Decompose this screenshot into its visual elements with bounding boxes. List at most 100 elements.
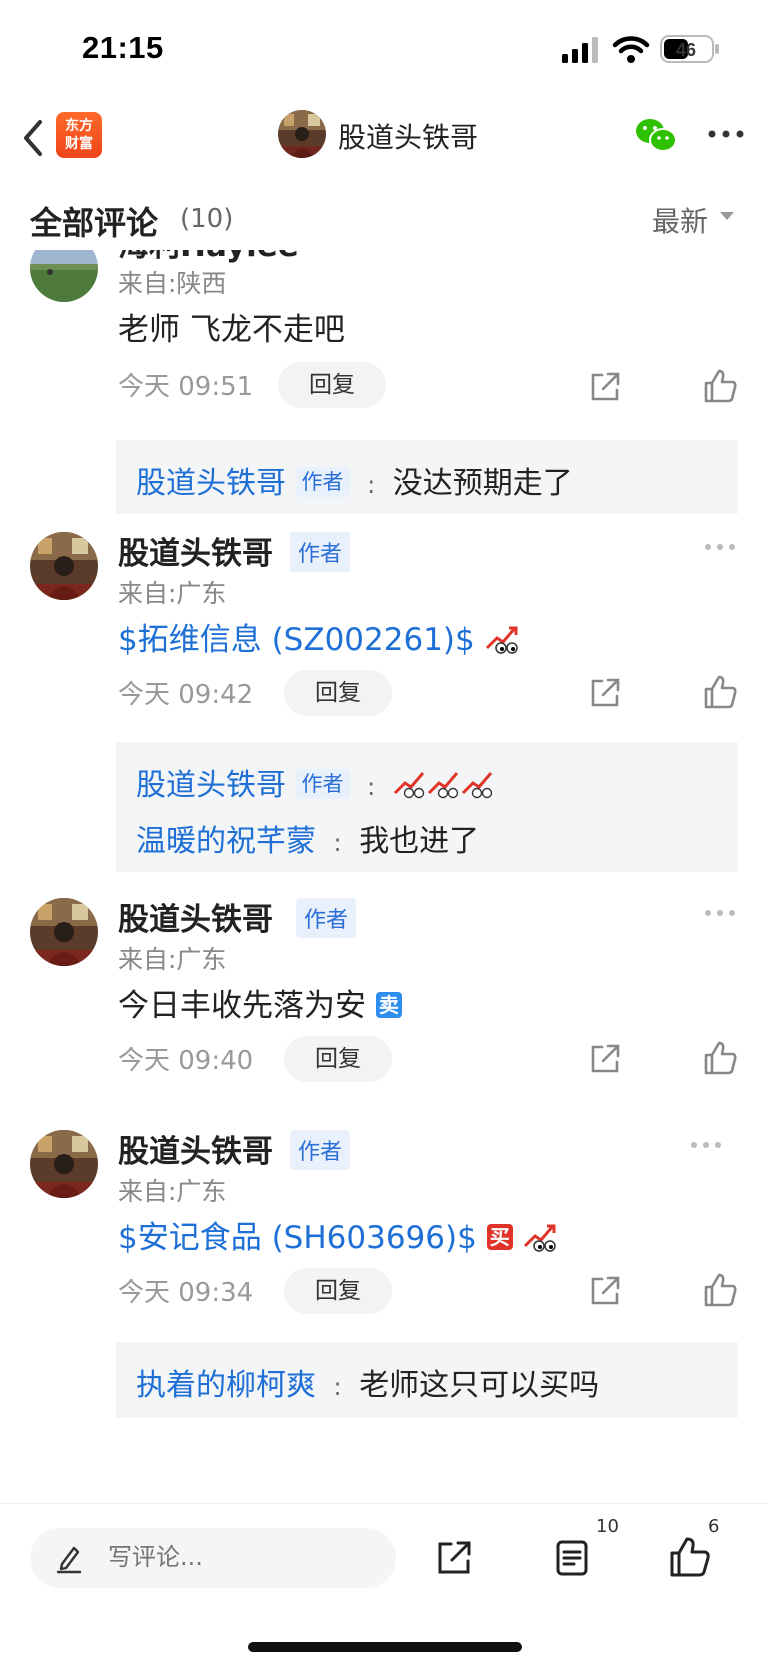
status-time: 21:15: [82, 30, 164, 65]
comment-location: 来自:广东: [118, 945, 227, 974]
like-icon[interactable]: [702, 368, 738, 404]
share-icon[interactable]: [588, 1274, 622, 1308]
share-icon[interactable]: [434, 1538, 474, 1578]
author-badge: 作者: [296, 898, 357, 938]
comment-text: $拓维信息 (SZ002261)$: [118, 614, 521, 659]
author-badge: 作者: [290, 1130, 351, 1170]
comment-time: 今天 09:40: [118, 1046, 254, 1076]
comment-text: 今日丰收先落为安 卖: [118, 980, 402, 1025]
reply-text: 我也进了: [359, 824, 480, 859]
like-icon[interactable]: [702, 1272, 738, 1308]
comment-text: 老师 飞龙不走吧: [118, 312, 345, 348]
comments-header: 全部评论 (10) 最新: [0, 180, 768, 250]
wechat-icon[interactable]: [634, 116, 678, 156]
avatar[interactable]: [30, 532, 98, 600]
status-bar: 21:15 46: [0, 0, 768, 96]
reply-author[interactable]: 股道头铁哥: [136, 768, 286, 803]
comment-text: $安记食品 (SH603696)$ 买: [118, 1212, 559, 1257]
reply-colon: :: [367, 471, 376, 499]
chevron-down-icon[interactable]: [720, 212, 734, 220]
comment-item: 股道头铁哥 作者 来自:广东 $安记食品 (SH603696)$ 买 今天 09…: [0, 1124, 768, 1444]
stock-link[interactable]: $安记食品 (SH603696)$: [118, 1220, 477, 1256]
reply-author[interactable]: 执着的柳柯爽: [136, 1368, 316, 1403]
like-icon[interactable]: [702, 1040, 738, 1076]
signal-icon: [562, 37, 598, 63]
stock-up-emoji-icon: [523, 1224, 556, 1252]
more-icon[interactable]: [704, 542, 736, 552]
sort-dropdown[interactable]: 最新: [652, 200, 708, 240]
comment-item: 股道头铁哥 作者 来自:广东 今日丰收先落为安 卖 今天 09:40 回复: [0, 892, 768, 1102]
author-badge: 作者: [295, 769, 350, 799]
comment-author[interactable]: 股道头铁哥: [118, 1126, 273, 1171]
comment-author[interactable]: 股道头铁哥: [118, 528, 273, 573]
more-icon[interactable]: [706, 126, 746, 142]
comment-time: 今天 09:51: [118, 372, 254, 402]
logo-line1: 东方: [65, 118, 93, 134]
reply-item[interactable]: 股道头铁哥 作者 :: [136, 760, 497, 804]
comment-location: 来自:陕西: [118, 269, 227, 298]
reply-button[interactable]: 回复: [284, 670, 392, 716]
reply-item[interactable]: 执着的柳柯爽 : 老师这只可以买吗: [136, 1360, 599, 1404]
reply-colon: :: [333, 1373, 342, 1401]
author-badge: 作者: [290, 532, 351, 572]
reply-button[interactable]: 回复: [278, 362, 386, 408]
comments-count: (10): [180, 204, 234, 234]
wifi-icon: [612, 36, 650, 63]
app-logo[interactable]: 东方 财富: [56, 112, 102, 158]
comment-time: 今天 09:34: [118, 1278, 254, 1308]
comment-count-badge: 10: [596, 1516, 619, 1537]
like-icon[interactable]: [702, 674, 738, 710]
reply-text: 没达预期走了: [392, 466, 573, 501]
reply-author[interactable]: 股道头铁哥: [136, 466, 286, 501]
avatar[interactable]: [30, 898, 98, 966]
comment-location: 来自:广东: [118, 579, 227, 608]
reply-colon: :: [333, 829, 342, 857]
logo-line2: 财富: [65, 136, 93, 152]
author-badge: 作者: [295, 467, 350, 497]
edit-icon: [56, 1546, 82, 1574]
comment-body: 今日丰收先落为安: [118, 988, 366, 1024]
reply-button[interactable]: 回复: [284, 1036, 392, 1082]
share-icon[interactable]: [588, 676, 622, 710]
like-icon[interactable]: [668, 1536, 710, 1578]
reply-item[interactable]: 股道头铁哥 作者 : 没达预期走了: [136, 458, 573, 502]
home-indicator[interactable]: [248, 1642, 522, 1652]
comment-time: 今天 09:42: [118, 680, 254, 710]
avatar[interactable]: [30, 1130, 98, 1198]
comment-author[interactable]: 股道头铁哥: [118, 894, 273, 939]
nav-bar: 东方 财富 股道头铁哥: [0, 96, 768, 181]
battery-icon: 46: [660, 35, 719, 63]
battery-level: 46: [676, 40, 696, 60]
reply-author[interactable]: 温暖的祝芊蒙: [136, 824, 316, 859]
comments-title: 全部评论: [30, 204, 159, 242]
buy-emoji-icon: 买: [486, 1224, 513, 1250]
reply-colon: :: [367, 773, 376, 801]
stock-link[interactable]: $拓维信息 (SZ002261)$: [118, 622, 475, 658]
page-title: 股道头铁哥: [338, 121, 479, 154]
comment-list: 海利Haylee 来自:陕西 老师 飞龙不走吧 今天 09:51 回复 股道头铁…: [0, 250, 768, 1500]
comment-input[interactable]: [106, 1542, 380, 1572]
reply-box: 股道头铁哥 作者 : 没达预期走了: [116, 440, 738, 514]
avatar[interactable]: [278, 110, 326, 158]
avatar[interactable]: [30, 250, 98, 302]
stock-up-emoji-icon: [485, 626, 518, 654]
reply-button[interactable]: 回复: [284, 1268, 392, 1314]
stock-up-emoji-icon: [393, 772, 492, 799]
like-count-badge: 6: [708, 1516, 720, 1537]
comment-list-icon[interactable]: [552, 1538, 592, 1578]
share-icon[interactable]: [588, 1042, 622, 1076]
reply-box: 执着的柳柯爽 : 老师这只可以买吗: [116, 1342, 738, 1418]
reply-text: 老师这只可以买吗: [359, 1368, 600, 1403]
comment-author[interactable]: 海利Haylee: [118, 250, 299, 265]
comment-location: 来自:广东: [118, 1177, 227, 1206]
sell-emoji-icon: 卖: [375, 992, 402, 1018]
more-icon[interactable]: [704, 908, 736, 918]
comment-item: 股道头铁哥 作者 来自:广东 $拓维信息 (SZ002261)$ 今天 09:4…: [0, 526, 768, 876]
bottom-action-bar: 10 6: [0, 1503, 768, 1664]
back-icon[interactable]: [14, 114, 54, 162]
comment-input-box[interactable]: [30, 1528, 396, 1588]
more-icon[interactable]: [690, 1140, 722, 1150]
reply-box: 股道头铁哥 作者 : 温暖的祝芊蒙: 我也进了: [116, 742, 738, 872]
share-icon[interactable]: [588, 370, 622, 404]
reply-item[interactable]: 温暖的祝芊蒙 : 我也进了: [136, 816, 479, 860]
